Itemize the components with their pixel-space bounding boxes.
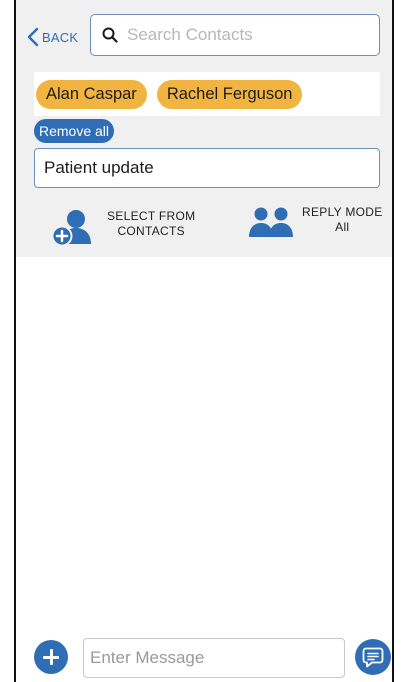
select-from-contacts-button[interactable]: SELECT FROM CONTACTS <box>49 206 195 246</box>
select-from-contacts-line2: CONTACTS <box>117 224 185 238</box>
search-icon <box>102 27 118 43</box>
add-attachment-button[interactable] <box>34 640 68 674</box>
message-input[interactable] <box>84 648 330 668</box>
recipient-chip[interactable]: Rachel Ferguson <box>156 79 303 109</box>
compose-header-panel: BACK Alan Caspar Rachel Ferguson Remove … <box>16 0 392 257</box>
phone-screen: BACK Alan Caspar Rachel Ferguson Remove … <box>14 0 394 682</box>
back-label: BACK <box>42 29 79 45</box>
chevron-left-icon <box>27 27 39 47</box>
reply-mode-value: All <box>335 220 350 234</box>
reply-mode-button[interactable]: REPLY MODE All <box>248 205 383 238</box>
remove-all-button[interactable]: Remove all <box>34 119 115 143</box>
subject-field[interactable] <box>34 148 380 188</box>
send-button[interactable] <box>355 639 391 675</box>
recipient-list: Alan Caspar Rachel Ferguson <box>34 72 380 116</box>
search-contacts-field[interactable] <box>90 14 380 56</box>
message-composer <box>16 630 392 682</box>
search-contacts-input[interactable] <box>127 25 379 45</box>
message-field[interactable] <box>83 638 345 678</box>
group-icon <box>249 207 293 237</box>
chat-bubble-icon <box>362 647 384 668</box>
back-button[interactable]: BACK <box>26 24 78 50</box>
subject-input[interactable] <box>35 158 364 178</box>
reply-mode-line1: REPLY MODE <box>302 205 383 219</box>
select-from-contacts-line1: SELECT FROM <box>107 209 196 223</box>
add-contact-icon <box>51 210 91 246</box>
recipient-chip[interactable]: Alan Caspar <box>36 79 147 109</box>
